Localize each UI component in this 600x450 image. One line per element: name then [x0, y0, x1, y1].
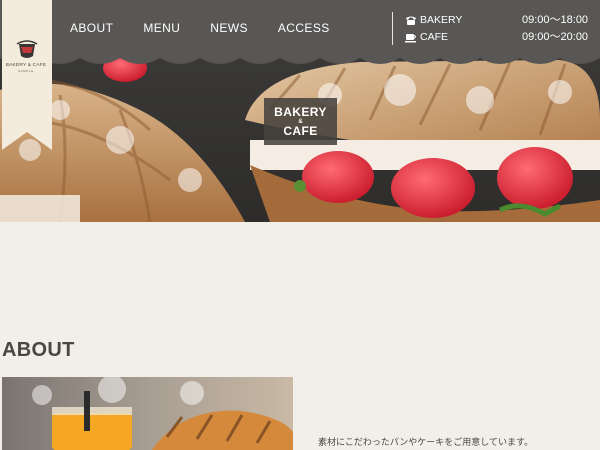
cafe-hours: 09:00〜20:00: [522, 31, 589, 43]
nav-about[interactable]: ABOUT: [70, 21, 113, 35]
about-photo: [2, 377, 293, 450]
phone-icon: [405, 15, 417, 26]
contact-bakery: BAKERY: [405, 14, 462, 26]
main-nav: ABOUT MENU NEWS ACCESS: [70, 21, 360, 35]
nav-menu[interactable]: MENU: [143, 21, 180, 35]
header-divider: [392, 12, 393, 45]
coffee-cup-icon: [405, 32, 417, 43]
logo-subtext: SAMPLE: [18, 69, 34, 73]
logo-text: BAKERY & CAFE: [5, 63, 47, 68]
about-heading: ABOUT: [2, 339, 75, 361]
bakery-hours: 09:00〜18:00: [522, 14, 589, 26]
about-description: 素材にこだわったパンやケーキをご用意しています。: [318, 438, 534, 448]
nav-news[interactable]: NEWS: [210, 21, 248, 35]
hero-brand-line2: CAFE: [283, 124, 318, 138]
nav-access[interactable]: ACCESS: [278, 21, 330, 35]
contact-cafe: CAFE: [405, 31, 448, 43]
hero-brand-line1: BAKERY: [274, 105, 327, 119]
logo-tab[interactable]: [2, 0, 52, 150]
contact-bakery-label: BAKERY: [420, 14, 463, 26]
hero-brand-box: BAKERY & CAFE: [264, 98, 337, 145]
contact-cafe-label: CAFE: [420, 31, 449, 43]
scallop-border: [0, 56, 600, 64]
